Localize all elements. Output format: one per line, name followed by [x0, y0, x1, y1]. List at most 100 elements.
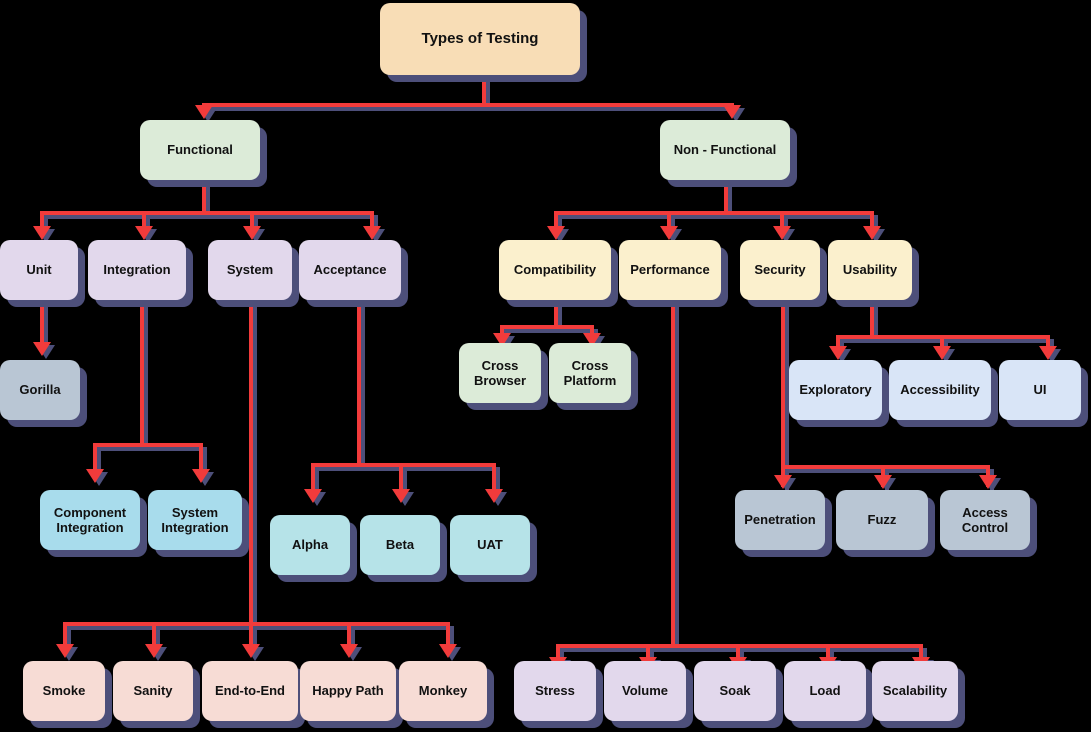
node-fuzz[interactable]: Fuzz [836, 490, 928, 550]
node-label-usability: Usability [842, 262, 898, 278]
node-label-load: Load [809, 683, 841, 699]
node-accesscontrol[interactable]: Access Control [940, 490, 1030, 550]
connector-acceptance-stem [357, 300, 361, 463]
node-ui[interactable]: UI [999, 360, 1081, 420]
arrow-componentintegration-icon [86, 469, 104, 483]
arrow-sanity-icon [145, 644, 163, 658]
node-exploratory[interactable]: Exploratory [789, 360, 882, 420]
connector-functional-stem [202, 180, 206, 213]
node-accessibility[interactable]: Accessibility [889, 360, 991, 420]
node-label-accesscontrol: Access Control [961, 504, 1009, 535]
node-compatibility[interactable]: Compatibility [499, 240, 611, 300]
node-penetration[interactable]: Penetration [735, 490, 825, 550]
node-label-system: System [226, 262, 274, 278]
arrow-accessibility-icon [933, 346, 951, 360]
node-label-security: Security [754, 262, 806, 278]
arrow-penetration-icon [774, 475, 792, 489]
node-smoke[interactable]: Smoke [23, 661, 105, 721]
node-label-beta: Beta [385, 537, 415, 553]
node-label-gorilla: Gorilla [19, 382, 61, 398]
connector-integration-stem [140, 300, 144, 443]
node-label-componentintegration: Component Integration [53, 504, 127, 535]
node-label-root: Types of Testing [421, 30, 539, 48]
connector-int-drop-comp [93, 443, 97, 471]
node-root[interactable]: Types of Testing [380, 3, 580, 75]
node-functional[interactable]: Functional [140, 120, 260, 180]
arrow-systemintegration-icon [192, 469, 210, 483]
node-label-ui: UI [1033, 382, 1047, 398]
arrow-unit-icon [33, 226, 51, 240]
node-label-smoke: Smoke [42, 683, 86, 699]
node-uat[interactable]: UAT [450, 515, 530, 575]
node-crossbrowser[interactable]: Cross Browser [459, 343, 541, 403]
connector-integration-bus [93, 443, 203, 447]
node-label-monkey: Monkey [418, 683, 468, 699]
node-systemintegration[interactable]: System Integration [148, 490, 242, 550]
connector-sys-drop-monkey [446, 622, 450, 646]
connector-sys-drop-e2e [249, 622, 253, 646]
arrow-monkey-icon [439, 644, 457, 658]
node-endtoend[interactable]: End-to-End [202, 661, 298, 721]
node-label-nonfunctional: Non - Functional [673, 142, 777, 158]
arrow-functional-icon [195, 105, 213, 119]
node-gorilla[interactable]: Gorilla [0, 360, 80, 420]
node-label-performance: Performance [630, 262, 710, 278]
node-label-fuzz: Fuzz [867, 512, 897, 528]
arrow-integration-icon [135, 226, 153, 240]
node-label-systemintegration: System Integration [161, 504, 229, 535]
connector-system-stem [249, 300, 253, 622]
connector-sys-drop-happy [347, 622, 351, 646]
connector-sys-drop-sanity [152, 622, 156, 646]
arrow-beta-icon [392, 489, 410, 503]
node-security[interactable]: Security [740, 240, 820, 300]
node-monkey[interactable]: Monkey [399, 661, 487, 721]
node-system[interactable]: System [208, 240, 292, 300]
node-label-exploratory: Exploratory [799, 382, 872, 398]
connector-acc-drop-uat [492, 463, 496, 491]
arrow-alpha-icon [304, 489, 322, 503]
node-label-integration: Integration [103, 262, 171, 278]
node-label-accessibility: Accessibility [900, 382, 980, 398]
arrow-accesscontrol-icon [979, 475, 997, 489]
node-label-crossplatform: Cross Platform [563, 357, 617, 388]
arrow-usability-icon [863, 226, 881, 240]
node-sanity[interactable]: Sanity [113, 661, 193, 721]
node-acceptance[interactable]: Acceptance [299, 240, 401, 300]
node-label-endtoend: End-to-End [214, 683, 286, 699]
testing-types-mindmap: Types of Testing Functional Non - Function… [0, 0, 1091, 732]
node-crossplatform[interactable]: Cross Platform [549, 343, 631, 403]
node-performance[interactable]: Performance [619, 240, 721, 300]
connector-functional-bus [40, 211, 370, 215]
connector-security-bus [781, 465, 990, 469]
arrow-nonfunctional-icon [723, 105, 741, 119]
arrow-ui-icon [1039, 346, 1057, 360]
connector-usability-stem [870, 300, 874, 335]
connector-acc-drop-alpha [311, 463, 315, 491]
node-alpha[interactable]: Alpha [270, 515, 350, 575]
node-stress[interactable]: Stress [514, 661, 596, 721]
node-label-alpha: Alpha [291, 537, 329, 553]
node-label-uat: UAT [477, 537, 503, 553]
node-label-acceptance: Acceptance [313, 262, 387, 278]
node-label-happypath: Happy Path [312, 683, 384, 699]
arrow-acceptance-icon [363, 226, 381, 240]
node-usability[interactable]: Usability [828, 240, 912, 300]
node-integration[interactable]: Integration [88, 240, 186, 300]
connector-security-stem [781, 300, 785, 465]
node-soak[interactable]: Soak [694, 661, 776, 721]
arrow-system-icon [243, 226, 261, 240]
node-load[interactable]: Load [784, 661, 866, 721]
node-scalability[interactable]: Scalability [872, 661, 958, 721]
node-label-soak: Soak [719, 683, 751, 699]
node-unit[interactable]: Unit [0, 240, 78, 300]
connector-root-stem [482, 75, 486, 105]
node-label-compatibility: Compatibility [513, 262, 597, 278]
node-label-stress: Stress [535, 683, 575, 699]
arrow-gorilla-icon [33, 342, 51, 356]
node-beta[interactable]: Beta [360, 515, 440, 575]
node-volume[interactable]: Volume [604, 661, 686, 721]
node-happypath[interactable]: Happy Path [300, 661, 396, 721]
arrow-endtoend-icon [242, 644, 260, 658]
node-nonfunctional[interactable]: Non - Functional [660, 120, 790, 180]
node-componentintegration[interactable]: Component Integration [40, 490, 140, 550]
